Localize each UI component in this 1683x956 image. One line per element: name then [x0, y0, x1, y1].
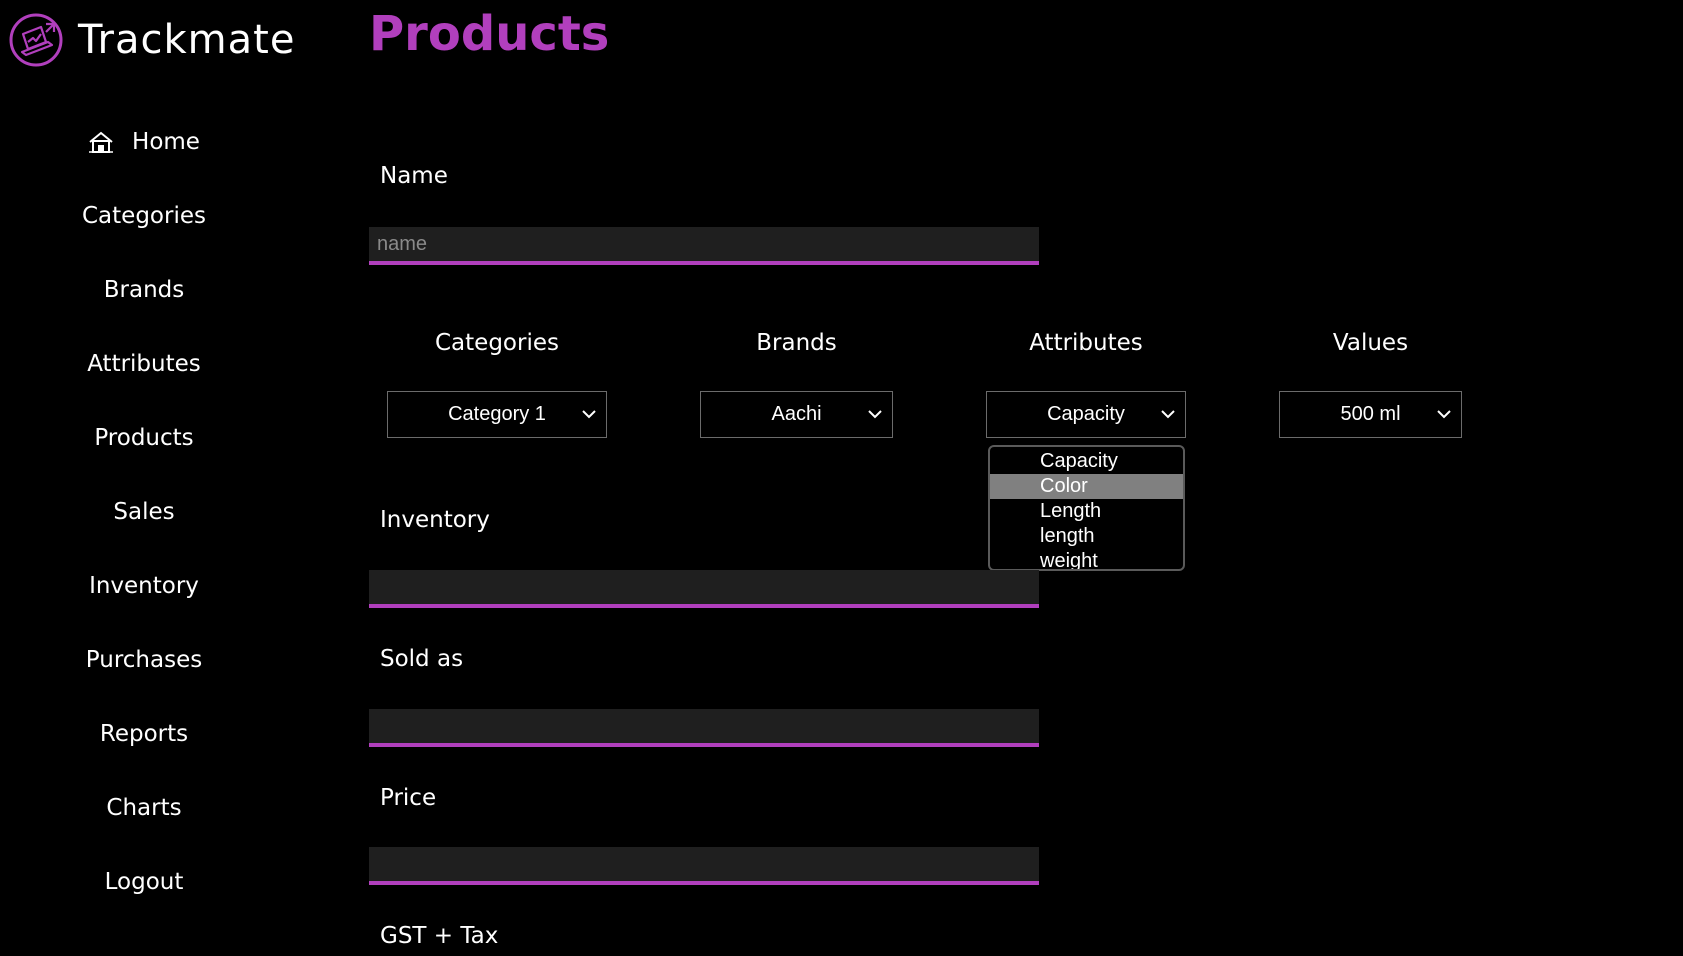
sidebar-item-purchases[interactable]: Purchases: [0, 636, 288, 684]
sidebar-item-categories[interactable]: Categories: [0, 192, 288, 240]
brands-select-value: Aachi: [771, 403, 822, 425]
attributes-heading: Attributes: [1029, 330, 1143, 356]
sidebar-item-brands[interactable]: Brands: [0, 266, 288, 314]
dropdown-option-capacity[interactable]: Capacity: [990, 449, 1183, 474]
dropdown-option-weight[interactable]: weight: [990, 549, 1183, 569]
sidebar-item-label: Categories: [82, 203, 206, 229]
sidebar-item-label: Purchases: [85, 647, 203, 673]
sidebar-item-logout[interactable]: Logout: [0, 858, 288, 906]
name-label: Name: [380, 163, 448, 189]
sidebar-item-label: Reports: [99, 721, 189, 747]
sidebar: Trackmate Home Categories Brands Attribu…: [0, 0, 300, 956]
chevron-down-icon: [1161, 409, 1175, 418]
page-title: Products: [369, 6, 610, 62]
sidebar-item-products[interactable]: Products: [0, 414, 288, 462]
values-select[interactable]: 500 ml: [1279, 391, 1462, 438]
sidebar-item-home[interactable]: Home: [0, 118, 288, 166]
sidebar-item-sales[interactable]: Sales: [0, 488, 288, 536]
values-heading: Values: [1332, 330, 1409, 356]
home-icon: [89, 131, 114, 153]
categories-select[interactable]: Category 1: [387, 391, 607, 438]
sidebar-item-label: Sales: [113, 499, 175, 525]
laptop-chart-logo-icon: [9, 13, 63, 67]
gst-tax-label: GST + Tax: [380, 923, 499, 949]
price-input[interactable]: [369, 847, 1039, 885]
price-label: Price: [380, 785, 437, 811]
categories-select-value: Category 1: [448, 403, 546, 425]
chevron-down-icon: [1437, 409, 1451, 418]
brands-heading: Brands: [756, 330, 837, 356]
inventory-input[interactable]: [369, 570, 1039, 608]
sold-as-input[interactable]: [369, 709, 1039, 747]
sidebar-item-attributes[interactable]: Attributes: [0, 340, 288, 388]
chevron-down-icon: [582, 409, 596, 418]
sold-as-label: Sold as: [380, 646, 464, 672]
inventory-label: Inventory: [380, 507, 490, 533]
sidebar-item-label: Attributes: [87, 351, 201, 377]
brand[interactable]: Trackmate: [8, 12, 295, 68]
brands-select[interactable]: Aachi: [700, 391, 893, 438]
categories-heading: Categories: [435, 330, 559, 356]
attributes-select-value: Capacity: [1047, 403, 1125, 425]
name-input[interactable]: [369, 227, 1039, 265]
dropdown-option-length[interactable]: Length: [990, 499, 1183, 524]
sidebar-item-label: Inventory: [89, 573, 199, 599]
app-name: Trackmate: [78, 17, 296, 63]
sidebar-item-label: Charts: [106, 795, 182, 821]
dropdown-option-color[interactable]: Color: [990, 474, 1183, 499]
sidebar-item-label: Logout: [104, 869, 184, 895]
sidebar-item-label: Products: [94, 425, 194, 451]
attributes-dropdown-list: Capacity Color Length length weight: [988, 445, 1185, 571]
app-root: Trackmate Home Categories Brands Attribu…: [0, 0, 1683, 956]
sidebar-item-reports[interactable]: Reports: [0, 710, 288, 758]
sidebar-item-label: Brands: [103, 277, 185, 303]
attributes-select[interactable]: Capacity: [986, 391, 1186, 438]
sidebar-item-charts[interactable]: Charts: [0, 784, 288, 832]
dropdown-option-length-lowercase[interactable]: length: [990, 524, 1183, 549]
values-select-value: 500 ml: [1340, 403, 1401, 425]
sidebar-item-inventory[interactable]: Inventory: [0, 562, 288, 610]
chevron-down-icon: [868, 409, 882, 418]
sidebar-item-label: Home: [132, 129, 200, 155]
